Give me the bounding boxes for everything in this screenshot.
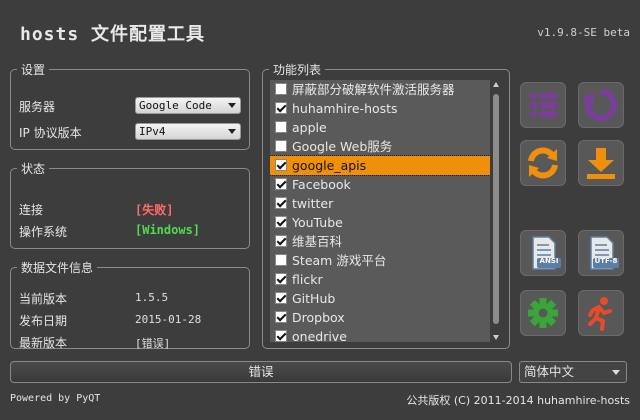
feature-label: Facebook xyxy=(292,177,351,192)
feature-item[interactable]: Dropbox xyxy=(270,308,490,327)
copyright-label: 公共版权 (C) 2011-2014 huhamhire-hosts xyxy=(406,394,630,407)
feature-item[interactable]: onedrive xyxy=(270,327,490,342)
export-ansi-button[interactable]: ANSI xyxy=(520,230,566,276)
feature-item[interactable]: YouTube xyxy=(270,213,490,232)
feature-label: onedrive xyxy=(292,329,347,342)
running-man-icon xyxy=(588,297,612,331)
latest-version-label: 最新版本 xyxy=(19,336,68,350)
feature-checkbox[interactable] xyxy=(275,197,287,209)
feature-item[interactable]: Google Web服务 xyxy=(270,137,490,156)
release-date-value: 2015-01-28 xyxy=(135,313,202,326)
chevron-down-icon xyxy=(228,103,236,108)
language-value: 简体中文 xyxy=(524,364,575,379)
feature-item[interactable]: 维基百科 xyxy=(270,232,490,251)
feature-label: Google Web服务 xyxy=(292,139,393,154)
settings-legend: 设置 xyxy=(21,63,46,77)
powered-by-label: Powered by PyQT xyxy=(10,393,101,404)
language-select[interactable]: 简体中文 xyxy=(519,361,627,383)
feature-checkbox[interactable] xyxy=(275,178,287,190)
feature-label: twitter xyxy=(292,196,334,211)
feature-item[interactable]: twitter xyxy=(270,194,490,213)
exit-button[interactable] xyxy=(578,290,624,336)
download-button[interactable] xyxy=(578,140,624,186)
current-version-value: 1.5.5 xyxy=(135,291,169,304)
select-all-button[interactable] xyxy=(520,82,566,128)
feature-label: apple xyxy=(292,120,327,135)
chevron-down-icon xyxy=(612,370,620,375)
feature-label: google_apis xyxy=(292,158,367,173)
connection-label: 连接 xyxy=(19,203,44,217)
download-icon xyxy=(587,148,615,179)
feature-item[interactable]: huhamhire-hosts xyxy=(270,99,490,118)
features-legend: 功能列表 xyxy=(273,63,322,77)
feature-item[interactable]: Facebook xyxy=(270,175,490,194)
feature-checkbox[interactable] xyxy=(275,311,287,323)
feature-checkbox[interactable] xyxy=(275,159,287,171)
os-value: [Windows] xyxy=(135,223,201,237)
status-group: 状态 连接 [失败] 操作系统 [Windows] xyxy=(10,160,250,249)
datafile-legend: 数据文件信息 xyxy=(21,261,94,275)
server-label: 服务器 xyxy=(19,100,56,114)
ansi-label: ANSI xyxy=(539,257,559,265)
refresh-icon xyxy=(528,147,558,179)
feature-checkbox[interactable] xyxy=(275,121,287,133)
connection-status: [失败] xyxy=(135,203,174,217)
feature-label: huhamhire-hosts xyxy=(292,101,398,116)
feature-item[interactable]: flickr xyxy=(270,270,490,289)
feature-checkbox[interactable] xyxy=(275,330,287,342)
feature-label: Steam 游戏平台 xyxy=(292,253,387,268)
utf8-label: UTF-8 xyxy=(594,257,618,265)
export-utf8-button[interactable]: UTF-8 xyxy=(578,230,624,276)
feature-checkbox[interactable] xyxy=(275,273,287,285)
utf8-file-icon xyxy=(590,236,619,270)
update-button[interactable] xyxy=(520,140,566,186)
settings-button[interactable] xyxy=(520,290,566,336)
chevron-down-icon xyxy=(228,129,236,134)
feature-checkbox[interactable] xyxy=(275,254,287,266)
feature-item[interactable]: 屏蔽部分破解软件激活服务器 xyxy=(270,80,490,99)
server-select-value: Google Code xyxy=(139,99,212,112)
feature-label: YouTube xyxy=(292,215,343,230)
feature-checkbox[interactable] xyxy=(275,235,287,247)
feature-list[interactable]: 屏蔽部分破解软件激活服务器 huhamhire-hosts apple Google … xyxy=(270,80,490,342)
feature-checkbox[interactable] xyxy=(275,83,287,95)
feature-list-scrollbar[interactable] xyxy=(493,80,499,342)
feature-label: GitHub xyxy=(292,291,336,306)
release-date-label: 发布日期 xyxy=(19,314,68,328)
feature-item[interactable]: google_apis xyxy=(270,155,490,176)
status-legend: 状态 xyxy=(21,162,46,176)
server-select[interactable]: Google Code xyxy=(135,97,241,114)
feature-label: Dropbox xyxy=(292,310,345,325)
latest-version-value: [错误] xyxy=(135,337,171,350)
scroll-up-arrow[interactable] xyxy=(493,82,499,87)
gear-icon xyxy=(528,298,558,328)
feature-checkbox[interactable] xyxy=(275,292,287,304)
settings-group: 设置 服务器 Google Code IP 协议版本 IPv4 xyxy=(10,61,250,150)
scroll-down-arrow[interactable] xyxy=(493,335,499,340)
undo-icon xyxy=(582,89,617,121)
feature-item[interactable]: apple xyxy=(270,118,490,137)
current-version-label: 当前版本 xyxy=(19,292,68,306)
feature-checkbox[interactable] xyxy=(275,102,287,114)
feature-label: flickr xyxy=(292,272,323,287)
ip-version-select[interactable]: IPv4 xyxy=(135,123,241,140)
reload-button[interactable] xyxy=(578,82,624,128)
ip-version-label: IP 协议版本 xyxy=(19,126,82,140)
ansi-file-icon xyxy=(532,236,561,270)
scroll-thumb[interactable] xyxy=(493,94,499,324)
feature-item[interactable]: Steam 游戏平台 xyxy=(270,251,490,270)
feature-item[interactable]: GitHub xyxy=(270,289,490,308)
app-title: hosts 文件配置工具 xyxy=(20,24,206,45)
version-label: v1.9.8-SE beta xyxy=(537,26,630,39)
status-bar: 错误 xyxy=(10,361,512,383)
datafile-group: 数据文件信息 当前版本 1.5.5 发布日期 2015-01-28 最新版本 [… xyxy=(10,259,250,350)
feature-label: 维基百科 xyxy=(292,234,343,249)
feature-checkbox[interactable] xyxy=(275,140,287,152)
ip-version-value: IPv4 xyxy=(139,125,166,138)
os-label: 操作系统 xyxy=(19,225,68,239)
list-icon xyxy=(530,93,557,117)
feature-label: 屏蔽部分破解软件激活服务器 xyxy=(292,82,455,97)
feature-checkbox[interactable] xyxy=(275,216,287,228)
